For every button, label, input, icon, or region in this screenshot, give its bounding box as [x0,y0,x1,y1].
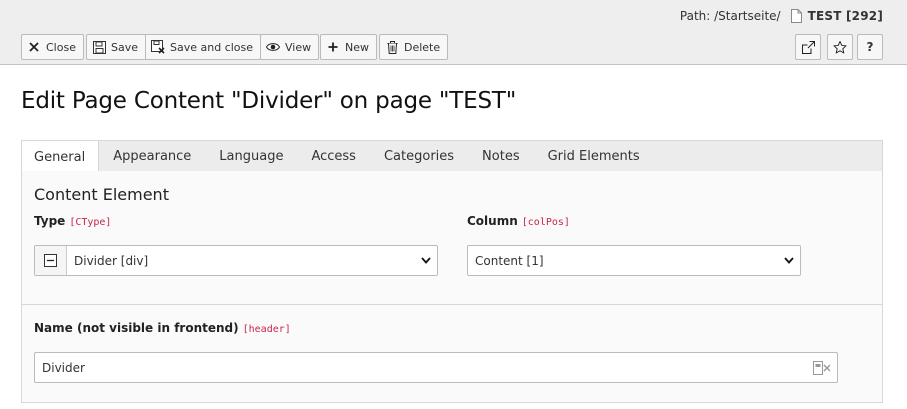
divider-icon [44,254,57,267]
close-button[interactable]: Close [21,34,84,60]
column-field-label: Column [colPos] [467,214,570,228]
delete-button[interactable]: Delete [379,34,449,60]
tab-notes[interactable]: Notes [468,141,534,172]
tab-grid-elements[interactable]: Grid Elements [534,141,654,172]
column-label-text: Column [467,214,518,228]
type-icon-addon [35,246,67,275]
type-field-label: Type [CType] [34,214,111,228]
column-select-value: Content [1] [475,253,544,268]
tab-language[interactable]: Language [205,141,297,172]
view-button[interactable]: View [260,34,320,60]
delete-button-label: Delete [404,40,441,54]
type-field-code: [CType] [69,217,112,228]
help-button[interactable]: ? [857,34,883,60]
name-field-label: Name (not visible in frontend) [header] [34,321,291,335]
type-label-text: Type [34,214,66,228]
tab-appearance[interactable]: Appearance [99,141,205,172]
tab-categories[interactable]: Categories [370,141,468,172]
chevron-down-icon [415,257,437,264]
name-input-value: Divider [42,360,85,375]
save-and-close-label: Save and close [170,40,254,54]
tab-general[interactable]: General [22,141,100,173]
page-title-link[interactable]: TEST [292] [808,9,883,23]
page-icon [790,9,802,23]
column-field-code: [colPos] [521,217,570,228]
section-title: Content Element [34,185,169,204]
tab-access[interactable]: Access [297,141,370,172]
name-label-text: Name (not visible in frontend) [34,321,239,335]
view-button-label: View [285,40,312,54]
type-select[interactable]: Divider [div] [34,245,438,276]
type-select-value: Divider [div] [74,253,149,268]
save-close-icon [151,40,165,54]
name-input[interactable]: Divider [34,352,838,383]
plus-icon [326,40,340,54]
new-button[interactable]: New [320,34,377,60]
path-label: Path: /Startseite/ [679,9,781,23]
document-header: Path: /Startseite/ TEST [292] Close Save… [0,0,907,65]
open-new-window-button[interactable] [795,34,821,60]
close-icon [27,40,41,54]
column-select[interactable]: Content [1] [467,245,801,276]
breadcrumb: Path: /Startseite/ TEST [292] [680,9,883,23]
chevron-down-icon [778,257,800,264]
save-icon [92,40,106,54]
clear-field-icon[interactable] [807,360,837,375]
save-button[interactable]: Save [86,34,147,60]
name-field-code: [header] [242,324,291,335]
tab-bar: General Appearance Language Access Categ… [21,140,883,173]
close-button-label: Close [46,40,76,54]
form-panel: Content Element Type [CType] Divider [div… [21,171,883,403]
eye-icon [266,40,280,54]
section-divider [22,304,882,305]
page-heading: Edit Page Content "Divider" on page "TES… [21,88,517,114]
save-button-label: Save [111,40,139,54]
save-and-close-button[interactable]: Save and close [146,34,262,60]
new-button-label: New [345,40,369,54]
save-button-group: Save Save and close [86,34,262,60]
trash-icon [385,40,399,54]
help-icon: ? [866,40,874,54]
bookmark-button[interactable] [827,34,853,60]
open-new-window-icon [801,40,815,54]
star-icon [833,40,847,54]
